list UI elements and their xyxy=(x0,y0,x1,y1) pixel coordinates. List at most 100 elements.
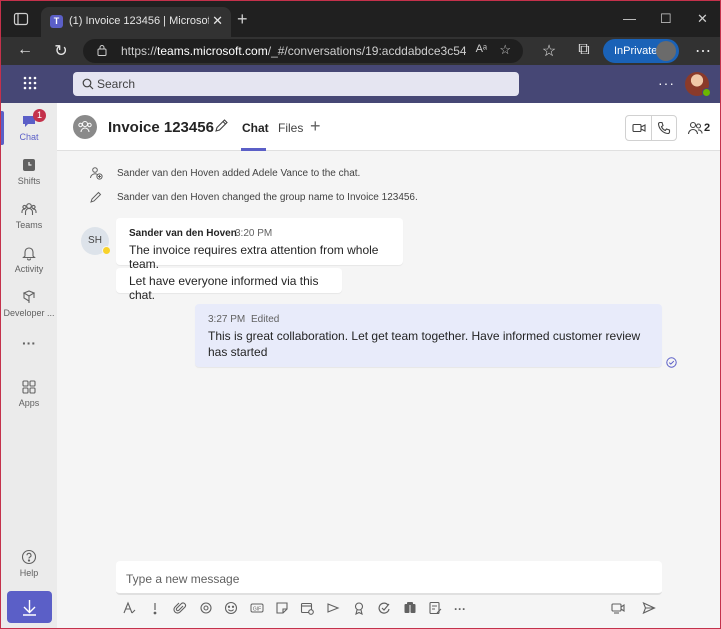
presence-available-icon xyxy=(702,88,711,97)
call-divider xyxy=(651,116,652,140)
add-tab-button[interactable]: + xyxy=(310,116,321,137)
rename-pencil-icon xyxy=(90,191,102,203)
rail-label: Apps xyxy=(18,398,40,408)
app-launcher-icon[interactable] xyxy=(23,76,37,90)
tab-chat[interactable]: Chat xyxy=(242,121,269,135)
stream-icon[interactable] xyxy=(325,601,341,617)
profile-icon xyxy=(656,41,676,61)
favorites-icon[interactable]: ☆ xyxy=(539,41,559,61)
message-text: The invoice requires extra attention fro… xyxy=(129,243,379,271)
rail-item-shifts[interactable]: Shifts xyxy=(1,151,57,195)
app-rail: 1 Chat Shifts Teams Activity Developer .… xyxy=(1,103,57,628)
minimize-button[interactable]: — xyxy=(623,11,636,26)
browser-tab-teams[interactable]: T (1) Invoice 123456 | Microsoft Teams ✕ xyxy=(41,7,231,37)
sticker-icon[interactable] xyxy=(274,601,290,617)
compose-box[interactable]: Type a new message xyxy=(116,561,662,595)
read-aloud-icon[interactable]: Aᵃ xyxy=(476,43,487,55)
participants-count[interactable]: 2 xyxy=(704,122,710,134)
rail-item-developer[interactable]: Developer ... xyxy=(1,283,57,327)
chat-header: Invoice 123456 Chat Files + 2 xyxy=(57,103,720,151)
browser-tab-strip: T (1) Invoice 123456 | Microsoft Teams ✕… xyxy=(1,1,720,37)
search-input[interactable]: Search xyxy=(73,72,519,96)
new-tab-button[interactable]: + xyxy=(237,9,248,30)
chat-message-pane: Sander van den Hoven added Adele Vance t… xyxy=(57,151,720,628)
refresh-icon[interactable]: ↻ xyxy=(51,41,71,61)
back-icon[interactable]: ← xyxy=(15,41,35,59)
received-message[interactable]: Let have everyone informed via this chat… xyxy=(116,268,342,302)
svg-text:GIF: GIF xyxy=(253,606,261,612)
tab-files[interactable]: Files xyxy=(278,121,303,135)
teams-icon xyxy=(21,203,37,215)
system-message: Sander van den Hoven added Adele Vance t… xyxy=(117,168,361,179)
praise-icon[interactable] xyxy=(351,601,367,617)
presence-away-icon xyxy=(102,246,111,255)
audio-call-icon[interactable] xyxy=(657,121,671,135)
browser-window: T (1) Invoice 123456 | Microsoft Teams ✕… xyxy=(0,0,721,629)
teams-favicon-icon: T xyxy=(50,15,63,28)
emoji-icon[interactable] xyxy=(223,601,239,617)
address-bar[interactable]: https://teams.microsoft.com/_#/conversat… xyxy=(83,39,523,63)
gif-icon[interactable]: GIF xyxy=(249,601,265,617)
developer-icon xyxy=(22,290,36,303)
sent-message[interactable]: 3:27 PM Edited This is great collaborati… xyxy=(195,304,662,367)
tab-actions-icon[interactable] xyxy=(13,11,29,27)
search-placeholder: Search xyxy=(97,77,136,91)
search-icon xyxy=(82,78,94,90)
rail-label: Shifts xyxy=(17,176,41,186)
rail-item-apps[interactable]: Apps xyxy=(1,373,57,417)
download-icon xyxy=(23,600,36,616)
sender-avatar[interactable]: SH xyxy=(81,227,111,255)
participants-icon[interactable] xyxy=(687,120,703,136)
browser-menu-icon[interactable]: ⋯ xyxy=(693,41,713,61)
received-message[interactable]: Sander van den Hoven 3:20 PM The invoice… xyxy=(116,218,403,271)
download-app-button[interactable] xyxy=(7,591,52,623)
user-avatar[interactable] xyxy=(685,72,711,97)
share-screen-icon[interactable] xyxy=(610,601,626,617)
help-icon xyxy=(21,549,37,565)
avatar-initials: SH xyxy=(88,235,102,246)
rail-item-chat[interactable]: 1 Chat xyxy=(1,107,57,151)
rail-label: Developer ... xyxy=(3,308,55,318)
lock-icon[interactable] xyxy=(97,44,107,56)
favorite-star-icon[interactable]: ☆ xyxy=(499,42,511,58)
unread-badge: 1 xyxy=(33,109,46,122)
loop-icon[interactable] xyxy=(198,601,214,617)
group-avatar xyxy=(73,115,97,139)
rail-item-help[interactable]: Help xyxy=(1,543,57,587)
more-options-icon[interactable]: ··· xyxy=(452,601,468,617)
rail-item-activity[interactable]: Activity xyxy=(1,239,57,283)
forms-icon[interactable] xyxy=(427,601,443,617)
edit-pencil-icon[interactable] xyxy=(213,118,229,134)
settings-more-icon[interactable]: ··· xyxy=(658,75,675,91)
read-receipt-icon xyxy=(666,357,677,368)
message-timestamp: 3:20 PM xyxy=(235,228,273,239)
edited-label: Edited xyxy=(251,314,280,325)
video-call-icon[interactable] xyxy=(632,121,646,135)
tab-close-icon[interactable]: ✕ xyxy=(212,13,223,29)
message-text: This is great collaboration. Let get tea… xyxy=(208,329,641,359)
schedule-meeting-icon[interactable] xyxy=(299,601,315,617)
maximize-button[interactable]: ☐ xyxy=(660,11,672,27)
message-text: Let have everyone informed via this chat… xyxy=(129,274,319,302)
apps-icon xyxy=(22,380,36,394)
priority-icon[interactable] xyxy=(147,601,163,617)
attach-icon[interactable] xyxy=(172,601,188,617)
tab-title: (1) Invoice 123456 | Microsoft Teams xyxy=(69,15,209,27)
format-icon[interactable] xyxy=(121,601,137,617)
shifts-icon xyxy=(23,159,35,171)
url-text: https://teams.microsoft.com/_#/conversat… xyxy=(121,44,466,58)
collections-icon[interactable]: ⧉ xyxy=(574,41,594,59)
clipboard-app-icon[interactable] xyxy=(402,601,418,617)
chat-title: Invoice 123456 xyxy=(108,119,214,136)
rail-label: Help xyxy=(19,568,39,578)
close-window-button[interactable]: ✕ xyxy=(697,11,708,27)
rail-label: Chat xyxy=(19,132,39,142)
message-sender: Sander van den Hoven xyxy=(129,228,237,239)
bell-icon xyxy=(22,247,36,261)
message-timestamp: 3:27 PM xyxy=(208,314,246,325)
send-icon[interactable] xyxy=(641,601,657,617)
compose-placeholder: Type a new message xyxy=(126,572,240,586)
inprivate-button[interactable]: InPrivate xyxy=(603,39,679,63)
approvals-icon[interactable] xyxy=(376,601,392,617)
rail-item-teams[interactable]: Teams xyxy=(1,195,57,239)
